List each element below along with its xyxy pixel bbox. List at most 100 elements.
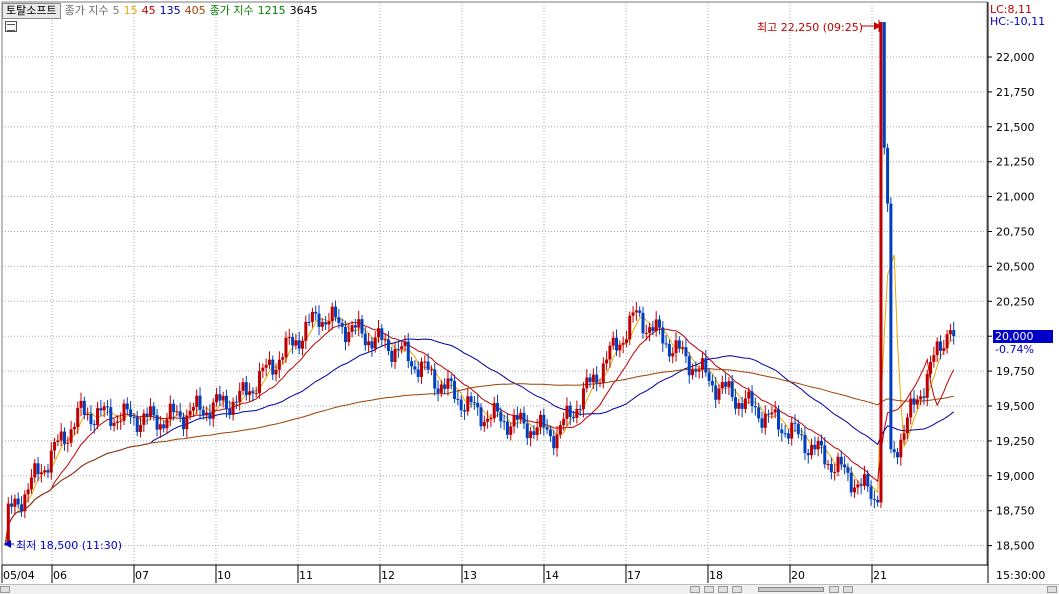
candle-body (499, 411, 503, 422)
candle-body (291, 337, 295, 346)
candle-body (109, 407, 113, 426)
scroll-prev-icon[interactable] (732, 586, 742, 593)
candle-body (307, 321, 311, 323)
zoom-out-icon[interactable] (690, 586, 700, 593)
candle-body (479, 407, 483, 427)
y-tick-label: 19,000 (996, 470, 1035, 483)
ma-3645-label[interactable]: 3645 (290, 4, 318, 18)
candle-body (601, 363, 605, 383)
candle-body (697, 369, 701, 372)
candle-body (611, 337, 615, 346)
settings-icon[interactable] (5, 21, 17, 32)
ma-5-label[interactable]: 5 (113, 4, 120, 18)
candle-body (406, 341, 410, 362)
candle-body (337, 317, 341, 323)
candle-body (515, 415, 519, 420)
candle-body (542, 414, 546, 428)
candle-body (720, 382, 724, 389)
x-tick-label: 13 (463, 569, 477, 582)
ma-1215-label[interactable]: 1215 (258, 4, 286, 18)
candle-body (829, 464, 833, 473)
scroll-first-icon[interactable] (718, 586, 728, 593)
candle-body (324, 322, 328, 325)
candle-body (466, 396, 470, 412)
candle-body (621, 342, 625, 345)
candle-body (228, 409, 232, 415)
price-chart[interactable]: 22,000 21,750 21,500 21,250 21,000 20,750 20,5… (0, 0, 1059, 593)
candle-body (648, 327, 652, 333)
ma-15-label[interactable]: 15 (124, 4, 138, 18)
scroll-last-icon[interactable] (843, 586, 853, 593)
candle-body (327, 321, 331, 325)
candle-body (942, 348, 946, 351)
candle-body (92, 424, 96, 426)
candle-body (195, 395, 199, 408)
candle-body (651, 327, 655, 331)
candle-body (172, 403, 176, 413)
candle-body (909, 398, 913, 418)
candle-body (238, 390, 242, 403)
candle-body (522, 412, 526, 424)
candle-body (833, 471, 837, 473)
scroll-thumb[interactable] (758, 587, 824, 592)
candle-body (509, 426, 513, 435)
zoom-in-icon[interactable] (704, 586, 714, 593)
candle-body (393, 349, 397, 362)
ticker-button[interactable]: 토탈소프트 (2, 3, 61, 19)
y-tick-label: 21,500 (996, 121, 1035, 134)
x-tick-label: 18 (709, 569, 723, 582)
candle-body (767, 413, 771, 415)
candle-body (925, 373, 929, 398)
y-tick-label: 18,500 (996, 540, 1035, 553)
ma-135-label[interactable]: 135 (160, 4, 181, 18)
candle-body (129, 409, 133, 417)
candle-body (525, 423, 529, 439)
candle-body (486, 418, 490, 422)
candle-body (823, 445, 827, 465)
candle-body (915, 399, 919, 405)
candle-body (244, 382, 248, 395)
candle-body (456, 398, 460, 400)
candle-body (168, 403, 172, 420)
candle-body (158, 424, 162, 430)
candle-body (687, 356, 691, 376)
candle-body (304, 321, 308, 341)
candle-body (383, 339, 387, 341)
candle-body (370, 341, 374, 349)
candle-body (734, 397, 738, 409)
candle-body (76, 407, 80, 427)
scroll-left-icon[interactable] (0, 586, 10, 593)
candle-body (826, 464, 830, 466)
candle-body (661, 327, 665, 344)
y-tick-label: 22,000 (996, 51, 1035, 64)
candle-body (10, 503, 14, 507)
candle-body (281, 357, 285, 360)
candle-body (36, 463, 40, 475)
candle-body (380, 328, 384, 340)
candle-body (879, 22, 883, 503)
scroll-next-icon[interactable] (829, 586, 839, 593)
candle-body (856, 484, 860, 488)
candle-body (287, 337, 291, 339)
candle-body (846, 467, 850, 473)
candle-body (148, 406, 152, 417)
ma-45-label[interactable]: 45 (142, 4, 156, 18)
candle-body (681, 347, 685, 349)
scroll-right-icon[interactable] (1047, 586, 1057, 593)
candle-body (496, 403, 500, 412)
candle-body (780, 429, 784, 434)
candle-body (350, 325, 354, 332)
x-tick-label: 20 (791, 569, 805, 582)
candle-body (357, 319, 361, 328)
candle-body (886, 147, 890, 204)
candle-body (433, 369, 437, 389)
candle-body (66, 442, 70, 444)
candle-body (89, 413, 93, 425)
candle-body (188, 410, 192, 416)
ma-405-label[interactable]: 405 (185, 4, 206, 18)
candle-body (615, 337, 619, 351)
candle-body (416, 369, 420, 377)
candle-body (482, 421, 486, 427)
candle-body (26, 489, 30, 495)
y-tick-label: 20,500 (996, 260, 1035, 273)
